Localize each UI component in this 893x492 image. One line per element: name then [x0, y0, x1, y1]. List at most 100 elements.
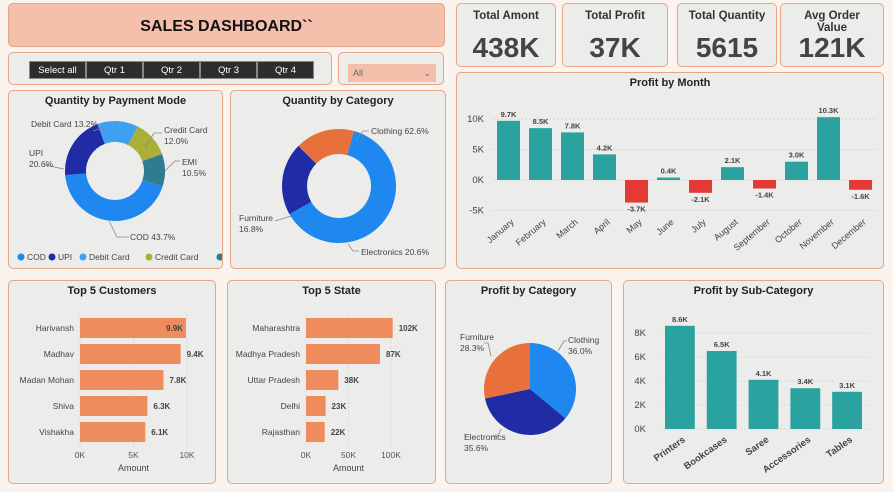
slice-label: 35.6% [464, 443, 489, 453]
data-label: 8.6K [672, 315, 688, 324]
bar-uttar-pradesh [306, 370, 339, 390]
slice-label: Clothing 62.6% [371, 126, 429, 136]
slice-label: Electronics 20.6% [361, 247, 429, 257]
data-label: 9.4K [187, 350, 204, 359]
x-tick-label: November [798, 217, 836, 251]
bar-november [817, 117, 840, 180]
profit-category-pie-chart: Clothing36.0% Electronics35.6% Furniture28… [460, 332, 599, 453]
slice-furniture [484, 343, 530, 399]
kpi-value: 5615 [695, 32, 759, 63]
slice-label: 10.5% [182, 168, 207, 178]
x-tick-label: Tables [824, 434, 854, 460]
qtr1-button[interactable]: Qtr 1 [86, 61, 143, 79]
x-tick-label: August [712, 217, 740, 243]
bar-june [657, 177, 680, 180]
data-label: 4.2K [597, 143, 613, 152]
slice-label: EMI [182, 157, 197, 167]
qtr4-button[interactable]: Qtr 4 [257, 61, 314, 79]
profit-subcategory-bar-chart: 8K 6K 4K 2K 0K 8.6K Printers 6.5K Bookcases 4.1K S… [634, 315, 869, 476]
data-label: 87K [386, 350, 401, 359]
top-states-bar-chart: 0K 50K 100K Maharashtra 102K Madhya Pradesh 87… [236, 314, 418, 473]
y-tick-label: Rajasthan [262, 427, 301, 437]
data-label: 7.8K [565, 121, 581, 130]
legend-marker [17, 253, 25, 261]
slice-label: 20.6% [29, 159, 54, 169]
bar-rajasthan [306, 422, 325, 442]
bar-february [529, 128, 552, 180]
bar-saree [748, 379, 779, 429]
y-tick-label: Uttar Pradesh [248, 375, 301, 385]
x-tick-label: January [485, 217, 516, 246]
x-tick-label: 0K [301, 450, 312, 460]
bar-tables [832, 391, 862, 429]
slice-label: Furniture [460, 332, 494, 342]
dropdown-value: All [353, 68, 364, 78]
kpi-card-total-amount: Total Amont 438K [456, 3, 556, 67]
quantity-category-donut-chart: Clothing 62.6% Electronics 20.6% Furniture… [239, 126, 429, 257]
y-tick-label: Madan Mohan [20, 375, 75, 385]
bar-october [785, 161, 808, 180]
kpi-label: Total Quantity [688, 10, 766, 22]
x-tick-label: Bookcases [682, 434, 729, 472]
slice-upi [65, 124, 105, 176]
kpi-value: 121K [798, 32, 866, 63]
data-label: 23K [332, 402, 347, 411]
qtr3-button[interactable]: Qtr 3 [200, 61, 257, 79]
y-tick-label: 0K [634, 424, 646, 435]
x-tick-label: April [592, 217, 612, 236]
legend-marker [216, 253, 222, 261]
bar-accessories [790, 388, 821, 429]
slice-label: 16.8% [239, 224, 264, 234]
profit-month-bar-chart: 10K 5K 0K -5K 9.7K January 8.5K February 7.8K Mar… [467, 106, 877, 253]
bar-may [625, 180, 648, 203]
bar-july [689, 180, 712, 193]
legend-label: Credit Card [155, 252, 199, 262]
data-label: 7.8K [169, 376, 186, 385]
x-tick-label: May [624, 217, 644, 236]
bar-september [753, 180, 776, 189]
y-tick-label: 5K [472, 145, 484, 156]
y-tick-label: Madhav [44, 349, 75, 359]
y-tick-label: Harivansh [36, 323, 75, 333]
y-tick-label: Maharashtra [252, 323, 300, 333]
leader-line [484, 342, 492, 357]
x-tick-label: February [514, 217, 548, 248]
bar-bookcases [706, 351, 737, 429]
slice-label: Electronics [464, 432, 506, 442]
y-tick-label: 8K [634, 328, 646, 339]
leader-line [108, 220, 129, 238]
qtr2-button[interactable]: Qtr 2 [143, 61, 200, 79]
slice-label: Clothing [568, 335, 599, 345]
bar-january [497, 120, 520, 180]
leader-line [164, 160, 180, 172]
bar-march [561, 132, 584, 180]
data-label: 4.1K [756, 369, 772, 378]
data-label: 9.9K [166, 324, 183, 333]
y-tick-label: Shiva [53, 401, 75, 411]
bar-august [721, 167, 744, 180]
slice-label: Furniture [239, 213, 273, 223]
y-tick-label: 10K [467, 114, 485, 125]
top-customers-card: Top 5 Customers 0K 5K 10K Harivansh 9.9K Madh… [8, 280, 216, 484]
x-tick-label: October [773, 217, 804, 245]
data-label: -3.7K [627, 205, 646, 214]
data-label: 22K [331, 428, 346, 437]
bar-maharashtra [306, 318, 393, 338]
profit-category-card: Profit by Category Clothing 36.0% Electron… [445, 280, 612, 484]
data-label: 6.1K [151, 428, 168, 437]
slice-label: UPI [29, 148, 43, 158]
leader-line [347, 243, 359, 252]
data-label: 0.4K [661, 167, 677, 176]
y-tick-label: 0K [472, 175, 484, 186]
y-tick-label: -5K [469, 206, 484, 217]
data-label: 6.3K [153, 402, 170, 411]
data-label: 3.4K [797, 377, 813, 386]
slice-label: Debit Card 13.2% [31, 119, 99, 129]
y-tick-label: 4K [634, 376, 646, 387]
select-all-button[interactable]: Select all [29, 61, 86, 79]
x-tick-label: 0K [75, 450, 86, 460]
bar-delhi [306, 396, 326, 416]
filter-dropdown[interactable]: All ⌄ [348, 64, 436, 82]
payment-mode-card: Quantity by Payment Mode COD 43.7% UPI 20.… [8, 90, 223, 269]
slice-label: 28.3% [460, 343, 485, 353]
